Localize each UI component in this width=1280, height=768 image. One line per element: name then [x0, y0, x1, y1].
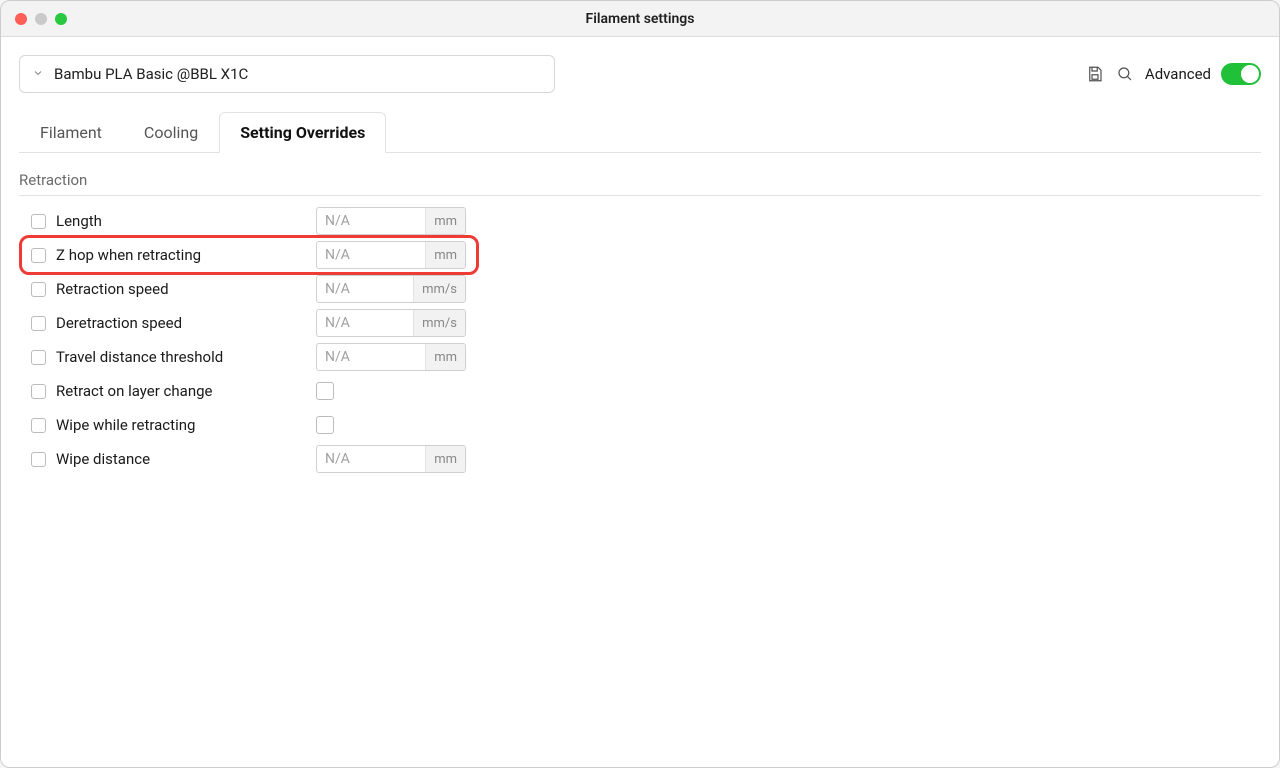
unit-deretr_speed: mm/s	[413, 310, 465, 336]
zoom-window-button[interactable]	[55, 13, 67, 25]
unit-retr_speed: mm/s	[413, 276, 465, 302]
override-checkbox-travel_thresh[interactable]	[31, 350, 46, 365]
input-deretr_speed[interactable]: N/A	[317, 315, 413, 331]
chevron-down-icon	[32, 67, 44, 82]
label-wipe_retracting: Wipe while retracting	[56, 416, 306, 434]
value-wipe_distance[interactable]: N/Amm	[316, 445, 466, 473]
label-wipe_distance: Wipe distance	[56, 450, 306, 468]
save-icon[interactable]	[1085, 64, 1105, 84]
traffic-lights	[15, 13, 67, 25]
override-checkbox-length[interactable]	[31, 214, 46, 229]
row-wipe_retracting: Wipe while retracting	[19, 408, 1261, 442]
label-retr_speed: Retraction speed	[56, 280, 306, 298]
tabs: Filament Cooling Setting Overrides	[19, 111, 1261, 153]
label-retr_layer_change: Retract on layer change	[56, 382, 306, 400]
label-travel_thresh: Travel distance threshold	[56, 348, 306, 366]
advanced-label: Advanced	[1145, 65, 1211, 83]
retraction-section: Retraction LengthN/AmmZ hop when retract…	[19, 171, 1261, 476]
input-retr_speed[interactable]: N/A	[317, 281, 413, 297]
row-retr_layer_change: Retract on layer change	[19, 374, 1261, 408]
value-travel_thresh[interactable]: N/Amm	[316, 343, 466, 371]
section-title: Retraction	[19, 171, 1261, 196]
rows-container: LengthN/AmmZ hop when retractingN/AmmRet…	[19, 204, 1261, 476]
checkbox-wipe_retracting[interactable]	[316, 416, 334, 434]
tab-setting-overrides[interactable]: Setting Overrides	[219, 112, 386, 153]
input-travel_thresh[interactable]: N/A	[317, 349, 425, 365]
value-length[interactable]: N/Amm	[316, 207, 466, 235]
window-title: Filament settings	[1, 11, 1279, 27]
checkbox-retr_layer_change[interactable]	[316, 382, 334, 400]
unit-zhop: mm	[425, 242, 465, 268]
row-wipe_distance: Wipe distance N/Amm	[19, 442, 1261, 476]
row-zhop: Z hop when retracting N/Amm	[19, 238, 1261, 272]
row-length: Length N/Amm	[19, 204, 1261, 238]
label-deretr_speed: Deretraction speed	[56, 314, 306, 332]
close-window-button[interactable]	[15, 13, 27, 25]
override-checkbox-retr_layer_change[interactable]	[31, 384, 46, 399]
row-travel_thresh: Travel distance threshold N/Amm	[19, 340, 1261, 374]
advanced-toggle[interactable]	[1221, 63, 1261, 85]
label-zhop: Z hop when retracting	[56, 246, 306, 264]
override-checkbox-deretr_speed[interactable]	[31, 316, 46, 331]
override-checkbox-zhop[interactable]	[31, 248, 46, 263]
input-zhop[interactable]: N/A	[317, 247, 425, 263]
row-retr_speed: Retraction speed N/Amm/s	[19, 272, 1261, 306]
tab-cooling[interactable]: Cooling	[123, 112, 219, 153]
row-deretr_speed: Deretraction speed N/Amm/s	[19, 306, 1261, 340]
unit-travel_thresh: mm	[425, 344, 465, 370]
value-retr_speed[interactable]: N/Amm/s	[316, 275, 466, 303]
window-root: Filament settings Bambu PLA Basic @BBL X…	[0, 0, 1280, 768]
content-area: Bambu PLA Basic @BBL X1C Advanced Filame…	[1, 37, 1279, 767]
minimize-window-button[interactable]	[35, 13, 47, 25]
override-checkbox-wipe_distance[interactable]	[31, 452, 46, 467]
override-checkbox-retr_speed[interactable]	[31, 282, 46, 297]
value-deretr_speed[interactable]: N/Amm/s	[316, 309, 466, 337]
override-checkbox-wipe_retracting[interactable]	[31, 418, 46, 433]
top-row: Bambu PLA Basic @BBL X1C Advanced	[19, 55, 1261, 93]
titlebar: Filament settings	[1, 1, 1279, 37]
search-icon[interactable]	[1115, 64, 1135, 84]
label-length: Length	[56, 212, 306, 230]
tab-filament[interactable]: Filament	[19, 112, 123, 153]
input-wipe_distance[interactable]: N/A	[317, 451, 425, 467]
unit-length: mm	[425, 208, 465, 234]
preset-name: Bambu PLA Basic @BBL X1C	[54, 65, 248, 83]
input-length[interactable]: N/A	[317, 213, 425, 229]
value-zhop[interactable]: N/Amm	[316, 241, 466, 269]
unit-wipe_distance: mm	[425, 446, 465, 472]
preset-dropdown[interactable]: Bambu PLA Basic @BBL X1C	[19, 55, 555, 93]
